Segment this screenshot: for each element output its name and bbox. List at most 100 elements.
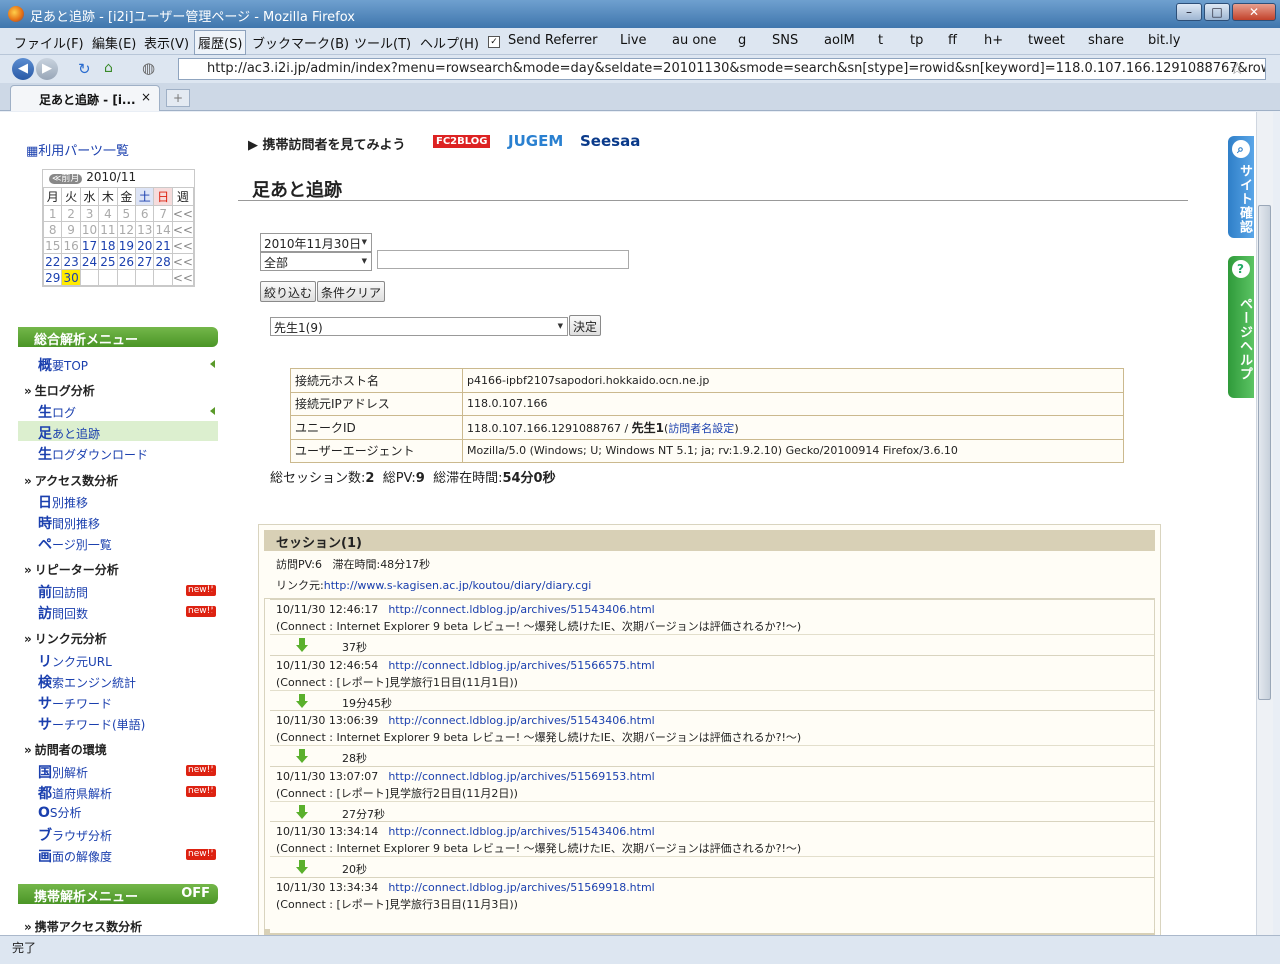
parts-list-link[interactable]: ▦利用パーツ一覧 [26,140,129,159]
nav-daily[interactable]: 日別推移 [38,492,88,512]
back-button[interactable]: ◀ [12,58,34,80]
calendar-day[interactable]: 28 [153,253,173,270]
bookmark-g[interactable]: g [738,33,746,48]
page-help-tab[interactable]: ? ページヘルプ [1228,256,1254,398]
bookmark-tweet[interactable]: tweet [1028,33,1065,48]
nav-search-word-single[interactable]: サーチワード(単語) [38,714,145,734]
info-value: 118.0.107.166 [462,391,1124,416]
visit-url-link[interactable]: http://connect.ldblog.jp/archives/515434… [388,714,654,727]
bookmark-share[interactable]: share [1088,33,1124,48]
bookmark-live[interactable]: Live [620,33,647,48]
send-referrer-checkbox[interactable]: ✓ [488,36,500,48]
calendar-week-link[interactable]: << [171,221,195,238]
site-check-tab[interactable]: ⌕ サイト確認 [1228,136,1254,238]
fc2blog-logo[interactable]: FC2BLOG [433,135,491,148]
nav-previous-visit[interactable]: 前回訪問 [38,582,88,602]
set-visitor-name-link[interactable]: 訪問者名設定 [668,422,734,435]
forward-button[interactable]: ▶ [36,58,58,80]
visit-url-link[interactable]: http://connect.ldblog.jp/archives/515691… [388,770,654,783]
bookmark-star-icon[interactable]: ☆ [1230,59,1244,78]
menu-file[interactable]: ファイル(F) [14,33,84,52]
menu-bookmarks[interactable]: ブックマーク(B) [252,33,349,52]
calendar-day[interactable]: 17 [79,237,100,254]
calendar-day[interactable]: 25 [98,253,118,270]
narrow-button[interactable]: 絞り込む [260,281,317,302]
bookmark-bitly[interactable]: bit.ly [1148,33,1180,48]
calendar-week-link[interactable]: << [171,205,195,222]
new-tab-button[interactable]: + [166,89,190,107]
maximize-button[interactable]: □ [1204,3,1230,21]
clear-conditions-button[interactable]: 条件クリア [317,281,386,302]
nav-visit-count[interactable]: 訪問回数 [38,603,88,623]
nav-screen-resolution[interactable]: 画面の解像度 [38,846,112,866]
visit-url-link[interactable]: http://connect.ldblog.jp/archives/515434… [388,603,654,616]
home-icon[interactable]: ⌂ [104,60,113,76]
menu-edit[interactable]: 編集(E) [92,33,136,52]
mobile-off-toggle[interactable]: OFF [181,886,210,901]
bookmark-h-plus[interactable]: h+ [984,33,1003,48]
nav-pages[interactable]: ページ別一覧 [38,534,112,554]
url-bar[interactable]: http://ac3.i2i.jp/admin/index?menu=rowse… [178,58,1266,80]
visit-url-link[interactable]: http://connect.ldblog.jp/archives/515699… [388,881,654,894]
menu-help[interactable]: ヘルプ(H) [420,33,479,52]
seesaa-logo[interactable]: Seesaa [580,132,640,150]
reload-icon[interactable]: ↻ [78,60,91,78]
nav-raw-log[interactable]: 生ログ [38,402,76,422]
close-window-button[interactable]: ✕ [1232,3,1276,21]
tab-close-button[interactable]: × [141,90,151,104]
calendar-week-link[interactable]: << [171,237,195,254]
mobile-visitor-banner[interactable]: ▶ 携帯訪問者を見てみよう [248,134,406,153]
nav-country[interactable]: 国別解析 [38,762,88,782]
nav-search-engine[interactable]: 検索エンジン統計 [38,672,136,692]
nav-os[interactable]: OS分析 [38,804,82,821]
nav-raw-log-download[interactable]: 生ログダウンロード [38,444,148,464]
scrollbar-thumb[interactable] [1258,205,1271,700]
nav-footprint-tracking[interactable]: 足あと追跡 [38,423,100,443]
jugem-logo[interactable]: JUGEM [508,132,563,150]
calendar-week-link[interactable]: << [171,269,195,286]
calendar-day[interactable]: 24 [79,253,100,270]
calendar-day[interactable]: 21 [153,237,173,254]
tab-active[interactable]: 足あと追跡 - [i... × [10,85,160,111]
globe-icon[interactable]: ◍ [142,59,155,77]
date-select[interactable]: 2010年11月30日 [260,233,372,252]
bookmark-ff[interactable]: ff [948,33,957,48]
calendar-day[interactable]: 20 [135,237,155,254]
bookmark-au-one[interactable]: au one [672,33,717,48]
calendar-day[interactable]: 22 [42,253,63,270]
bookmark-sns[interactable]: SNS [772,33,798,48]
minimize-button[interactable]: – [1176,3,1202,21]
page-title: 足あと追跡 [252,180,342,201]
calendar-day[interactable]: 19 [116,237,137,254]
navigation-bar: ◀ ▶ ↻ ⌂ ◍ http://ac3.i2i.jp/admin/index?… [0,55,1280,83]
bookmark-tp[interactable]: tp [910,33,923,48]
calendar-day[interactable]: 18 [98,237,118,254]
nav-prefecture[interactable]: 都道府県解析 [38,783,112,803]
calendar-day[interactable]: 23 [61,253,81,270]
calendar-day[interactable]: 27 [135,253,155,270]
keyword-input[interactable] [377,250,629,269]
nav-search-word[interactable]: サーチワード [38,693,112,713]
decide-button[interactable]: 決定 [569,315,602,336]
bookmark-aolm[interactable]: aolM [824,33,855,48]
type-select[interactable]: 全部 [260,252,372,271]
nav-hourly[interactable]: 時間別推移 [38,513,100,533]
calendar-day[interactable]: 30 [61,269,81,286]
calendar-day[interactable]: 29 [42,269,63,286]
menu-bar: ファイル(F) 編集(E) 表示(V) 履歴(S) ブックマーク(B) ツール(… [0,28,1280,55]
nav-overview[interactable]: 概要TOP [38,355,88,375]
nav-browser[interactable]: ブラウザ分析 [38,825,112,845]
menu-view[interactable]: 表示(V) [144,33,189,52]
nav-referrer-url[interactable]: リンク元URL [38,651,112,671]
visit-url-link[interactable]: http://connect.ldblog.jp/archives/515434… [388,825,654,838]
referrer-link[interactable]: http://www.s-kagisen.ac.jp/koutou/diary/… [324,579,592,592]
prev-month-button[interactable]: ≪前月 [49,174,83,184]
visitor-select[interactable]: 先生1(9) [270,317,568,336]
bookmark-send-referrer[interactable]: Send Referrer [508,33,597,48]
menu-tools[interactable]: ツール(T) [354,33,411,52]
menu-history[interactable]: 履歴(S) [194,30,247,55]
calendar-week-link[interactable]: << [171,253,195,270]
bookmark-t[interactable]: t [878,33,883,48]
calendar-day[interactable]: 26 [116,253,137,270]
visit-url-link[interactable]: http://connect.ldblog.jp/archives/515665… [388,659,654,672]
